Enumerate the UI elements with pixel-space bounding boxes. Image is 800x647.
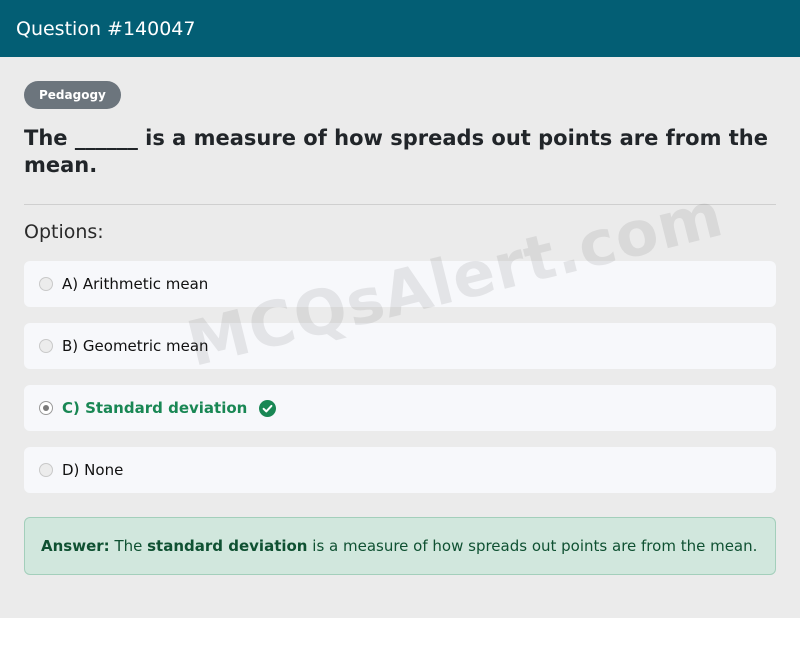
answer-alert: Answer: The standard deviation is a meas…	[24, 517, 776, 575]
question-title: Question #140047	[16, 17, 196, 40]
option-d-label: D) None	[62, 461, 124, 479]
answer-highlight: standard deviation	[147, 537, 308, 555]
option-a-radio[interactable]	[39, 277, 53, 291]
answer-prefix: Answer:	[41, 537, 110, 555]
option-b-radio[interactable]	[39, 339, 53, 353]
option-d-radio[interactable]	[39, 463, 53, 477]
option-a-label: A) Arithmetic mean	[62, 275, 209, 293]
option-c-radio[interactable]	[39, 401, 53, 415]
question-text: The ______ is a measure of how spreads o…	[24, 126, 769, 177]
option-d[interactable]: D) None	[24, 447, 776, 493]
divider	[24, 204, 776, 205]
question-card: Question #140047 Pedagogy The ______ is …	[0, 0, 800, 618]
option-b[interactable]: B) Geometric mean	[24, 323, 776, 369]
category-badge[interactable]: Pedagogy	[24, 81, 121, 109]
option-c[interactable]: C) Standard deviation	[24, 385, 776, 431]
option-a[interactable]: A) Arithmetic mean	[24, 261, 776, 307]
card-header: Question #140047	[0, 0, 800, 57]
option-c-label: C) Standard deviation	[62, 399, 248, 417]
options-heading: Options:	[24, 221, 104, 243]
option-b-label: B) Geometric mean	[62, 337, 209, 355]
check-circle-icon	[259, 399, 277, 417]
answer-text-after: is a measure of how spreads out points a…	[312, 537, 758, 555]
answer-text-before: The	[114, 537, 143, 555]
